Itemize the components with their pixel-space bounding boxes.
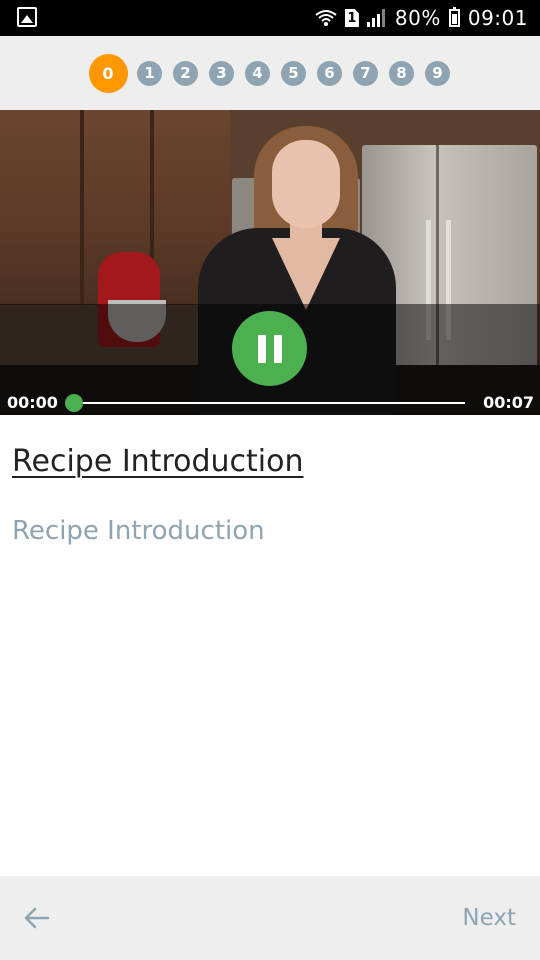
step-indicator: 0123456789	[85, 53, 456, 93]
seek-thumb[interactable]	[65, 394, 83, 412]
step-9[interactable]: 9	[425, 60, 450, 86]
step-title: Recipe Introduction	[12, 444, 304, 479]
step-1[interactable]: 1	[137, 60, 162, 86]
seek-bar[interactable]	[74, 402, 465, 404]
step-3[interactable]: 3	[209, 60, 234, 86]
back-button[interactable]	[20, 902, 54, 934]
step-2[interactable]: 2	[173, 60, 198, 86]
pause-button[interactable]	[232, 311, 307, 386]
video-player[interactable]: 00:00 00:07	[0, 110, 540, 415]
status-icons: 1 80% 09:01	[315, 0, 528, 36]
pause-icon	[257, 334, 282, 363]
current-time: 00:00	[7, 393, 58, 412]
step-7[interactable]: 7	[353, 60, 378, 86]
next-button[interactable]: Next	[462, 902, 516, 934]
step-indicator-bar: 0123456789	[0, 36, 540, 110]
battery-percent: 80%	[394, 6, 441, 30]
wifi-icon	[315, 9, 337, 27]
gallery-notification-icon	[17, 7, 37, 27]
step-0[interactable]: 0	[88, 53, 128, 93]
signal-icon	[366, 9, 387, 27]
step-6[interactable]: 6	[317, 60, 342, 86]
battery-icon	[448, 7, 460, 27]
sim-icon: 1	[344, 9, 359, 27]
bottom-navigation: Next	[0, 876, 540, 960]
arrow-left-icon	[24, 907, 50, 929]
video-frame-presenter-face	[272, 140, 340, 228]
step-8[interactable]: 8	[389, 60, 414, 86]
clock: 09:01	[467, 6, 528, 30]
status-bar: 1 80% 09:01	[0, 0, 540, 36]
step-4[interactable]: 4	[245, 60, 270, 86]
step-description: Recipe Introduction	[12, 516, 265, 546]
step-5[interactable]: 5	[281, 60, 306, 86]
total-time: 00:07	[483, 393, 534, 412]
